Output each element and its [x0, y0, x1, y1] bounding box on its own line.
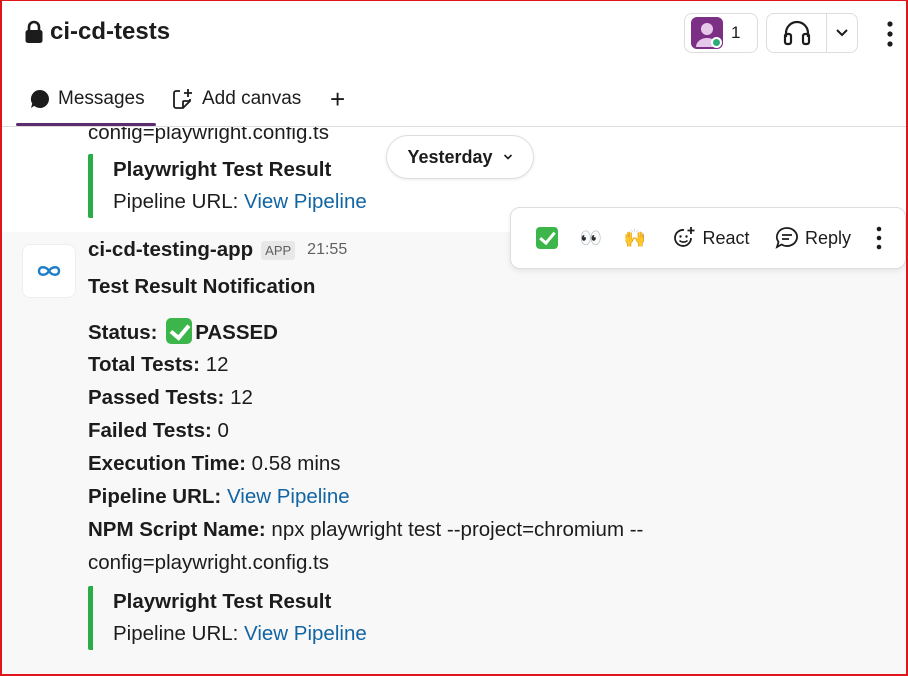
field-value: PASSED — [195, 321, 278, 344]
chevron-down-icon — [503, 154, 512, 160]
message-heading-text: Test Result Notification — [88, 275, 316, 298]
attachment-title: Playwright Test Result — [113, 590, 332, 613]
react-eyes-button[interactable]: 👀 — [569, 218, 613, 258]
view-pipeline-link[interactable]: View Pipeline — [227, 485, 350, 508]
field-execution-time: Execution Time: 0.58 mins — [88, 450, 341, 478]
field-pipeline-url: Pipeline URL: View Pipeline — [88, 483, 350, 511]
field-label: Pipeline URL: — [88, 485, 222, 508]
attachment-label: Pipeline URL: — [113, 190, 239, 213]
more-actions-button[interactable] — [865, 218, 893, 258]
white-check-mark-icon — [166, 318, 193, 344]
chevron-down-icon — [836, 29, 848, 37]
react-raised-hands-button[interactable]: 🙌 — [613, 218, 657, 258]
message-bubble-icon — [30, 89, 49, 108]
field-npm-script-continuation: config=playwright.config.ts — [88, 551, 330, 574]
members-button[interactable]: 1 — [684, 13, 758, 53]
field-label: Total Tests: — [88, 353, 200, 376]
white-check-mark-icon — [536, 227, 558, 249]
thread-reply-icon — [775, 227, 798, 249]
field-passed-tests: Passed Tests: 12 — [88, 384, 253, 412]
vertical-ellipsis-icon — [876, 226, 882, 250]
view-pipeline-link[interactable]: View Pipeline — [244, 190, 367, 213]
message-timestamp[interactable]: 21:55 — [307, 241, 347, 259]
huddle-button-group — [766, 13, 858, 53]
field-label: Execution Time: — [88, 452, 246, 475]
date-divider-label: Yesterday — [407, 146, 493, 167]
view-pipeline-link[interactable]: View Pipeline — [244, 622, 367, 645]
eyes-emoji-icon: 👀 — [579, 227, 603, 248]
headphones-icon — [783, 20, 810, 46]
vertical-ellipsis-icon — [887, 21, 893, 47]
field-status: Status: PASSED — [88, 318, 278, 347]
canvas-add-icon — [173, 89, 192, 109]
reply-in-thread-button[interactable]: Reply — [763, 218, 863, 258]
tab-add-canvas[interactable]: Add canvas — [172, 84, 301, 114]
message-attachment: Playwright Test Result Pipeline URL: Vie… — [88, 586, 688, 650]
field-value: npx playwright test --project=chromium -… — [271, 518, 644, 541]
tab-add-canvas-label: Add canvas — [202, 88, 302, 109]
react-check-mark-button[interactable] — [525, 218, 569, 258]
member-count: 1 — [731, 23, 741, 42]
message[interactable]: ci-cd-testing-app APP 21:55 Test Result … — [0, 232, 908, 676]
field-value: 0.58 mins — [251, 452, 341, 475]
date-divider-button[interactable]: Yesterday — [386, 135, 534, 179]
channel-tabs: Messages Add canvas + — [0, 72, 908, 127]
message-heading: Test Result Notification — [88, 273, 315, 301]
channel-header: ci-cd-tests 1 — [0, 0, 908, 72]
field-label: Passed Tests: — [88, 386, 225, 409]
raised-hands-emoji-icon: 🙌 — [623, 227, 647, 248]
attachment-body: Pipeline URL: View Pipeline — [113, 618, 688, 650]
app-badge: APP — [261, 240, 296, 260]
field-total-tests: Total Tests: 12 — [88, 351, 229, 379]
field-label: Status: — [88, 321, 158, 344]
plus-icon: + — [330, 83, 346, 114]
add-emoji-icon — [674, 227, 695, 247]
online-status-dot — [711, 37, 722, 48]
huddle-options-button[interactable] — [827, 14, 857, 52]
field-label: Failed Tests: — [88, 419, 212, 442]
channel-more-button[interactable] — [878, 18, 902, 50]
infinity-logo-icon — [37, 266, 61, 276]
sender-name[interactable]: ci-cd-testing-app — [88, 238, 253, 262]
field-failed-tests: Failed Tests: 0 — [88, 417, 229, 445]
channel-title-button[interactable]: ci-cd-tests — [24, 18, 170, 46]
attachment-label: Pipeline URL: — [113, 622, 239, 645]
previous-message-text: config=playwright.config.ts — [88, 127, 330, 144]
add-reaction-button[interactable]: React — [663, 218, 759, 258]
channel-name: ci-cd-tests — [50, 18, 171, 45]
react-label: React — [702, 227, 750, 248]
field-label: NPM Script Name: — [88, 518, 266, 541]
active-tab-indicator — [16, 123, 156, 126]
reply-label: Reply — [804, 227, 852, 248]
tab-messages[interactable]: Messages — [30, 84, 145, 114]
huddle-button[interactable] — [767, 14, 827, 52]
field-npm-script: NPM Script Name: npx playwright test --p… — [88, 516, 643, 544]
add-tab-button[interactable]: + — [330, 84, 345, 114]
lock-icon — [25, 20, 43, 43]
field-value: 12 — [205, 353, 229, 376]
member-avatar — [691, 17, 723, 49]
field-value: 0 — [217, 419, 229, 442]
tab-messages-label: Messages — [58, 88, 145, 109]
message-actions-toolbar: 👀 🙌 React Reply — [510, 207, 906, 269]
app-avatar[interactable] — [22, 244, 76, 298]
field-value: 12 — [230, 386, 253, 409]
message-header: ci-cd-testing-app APP 21:55 — [88, 238, 347, 262]
